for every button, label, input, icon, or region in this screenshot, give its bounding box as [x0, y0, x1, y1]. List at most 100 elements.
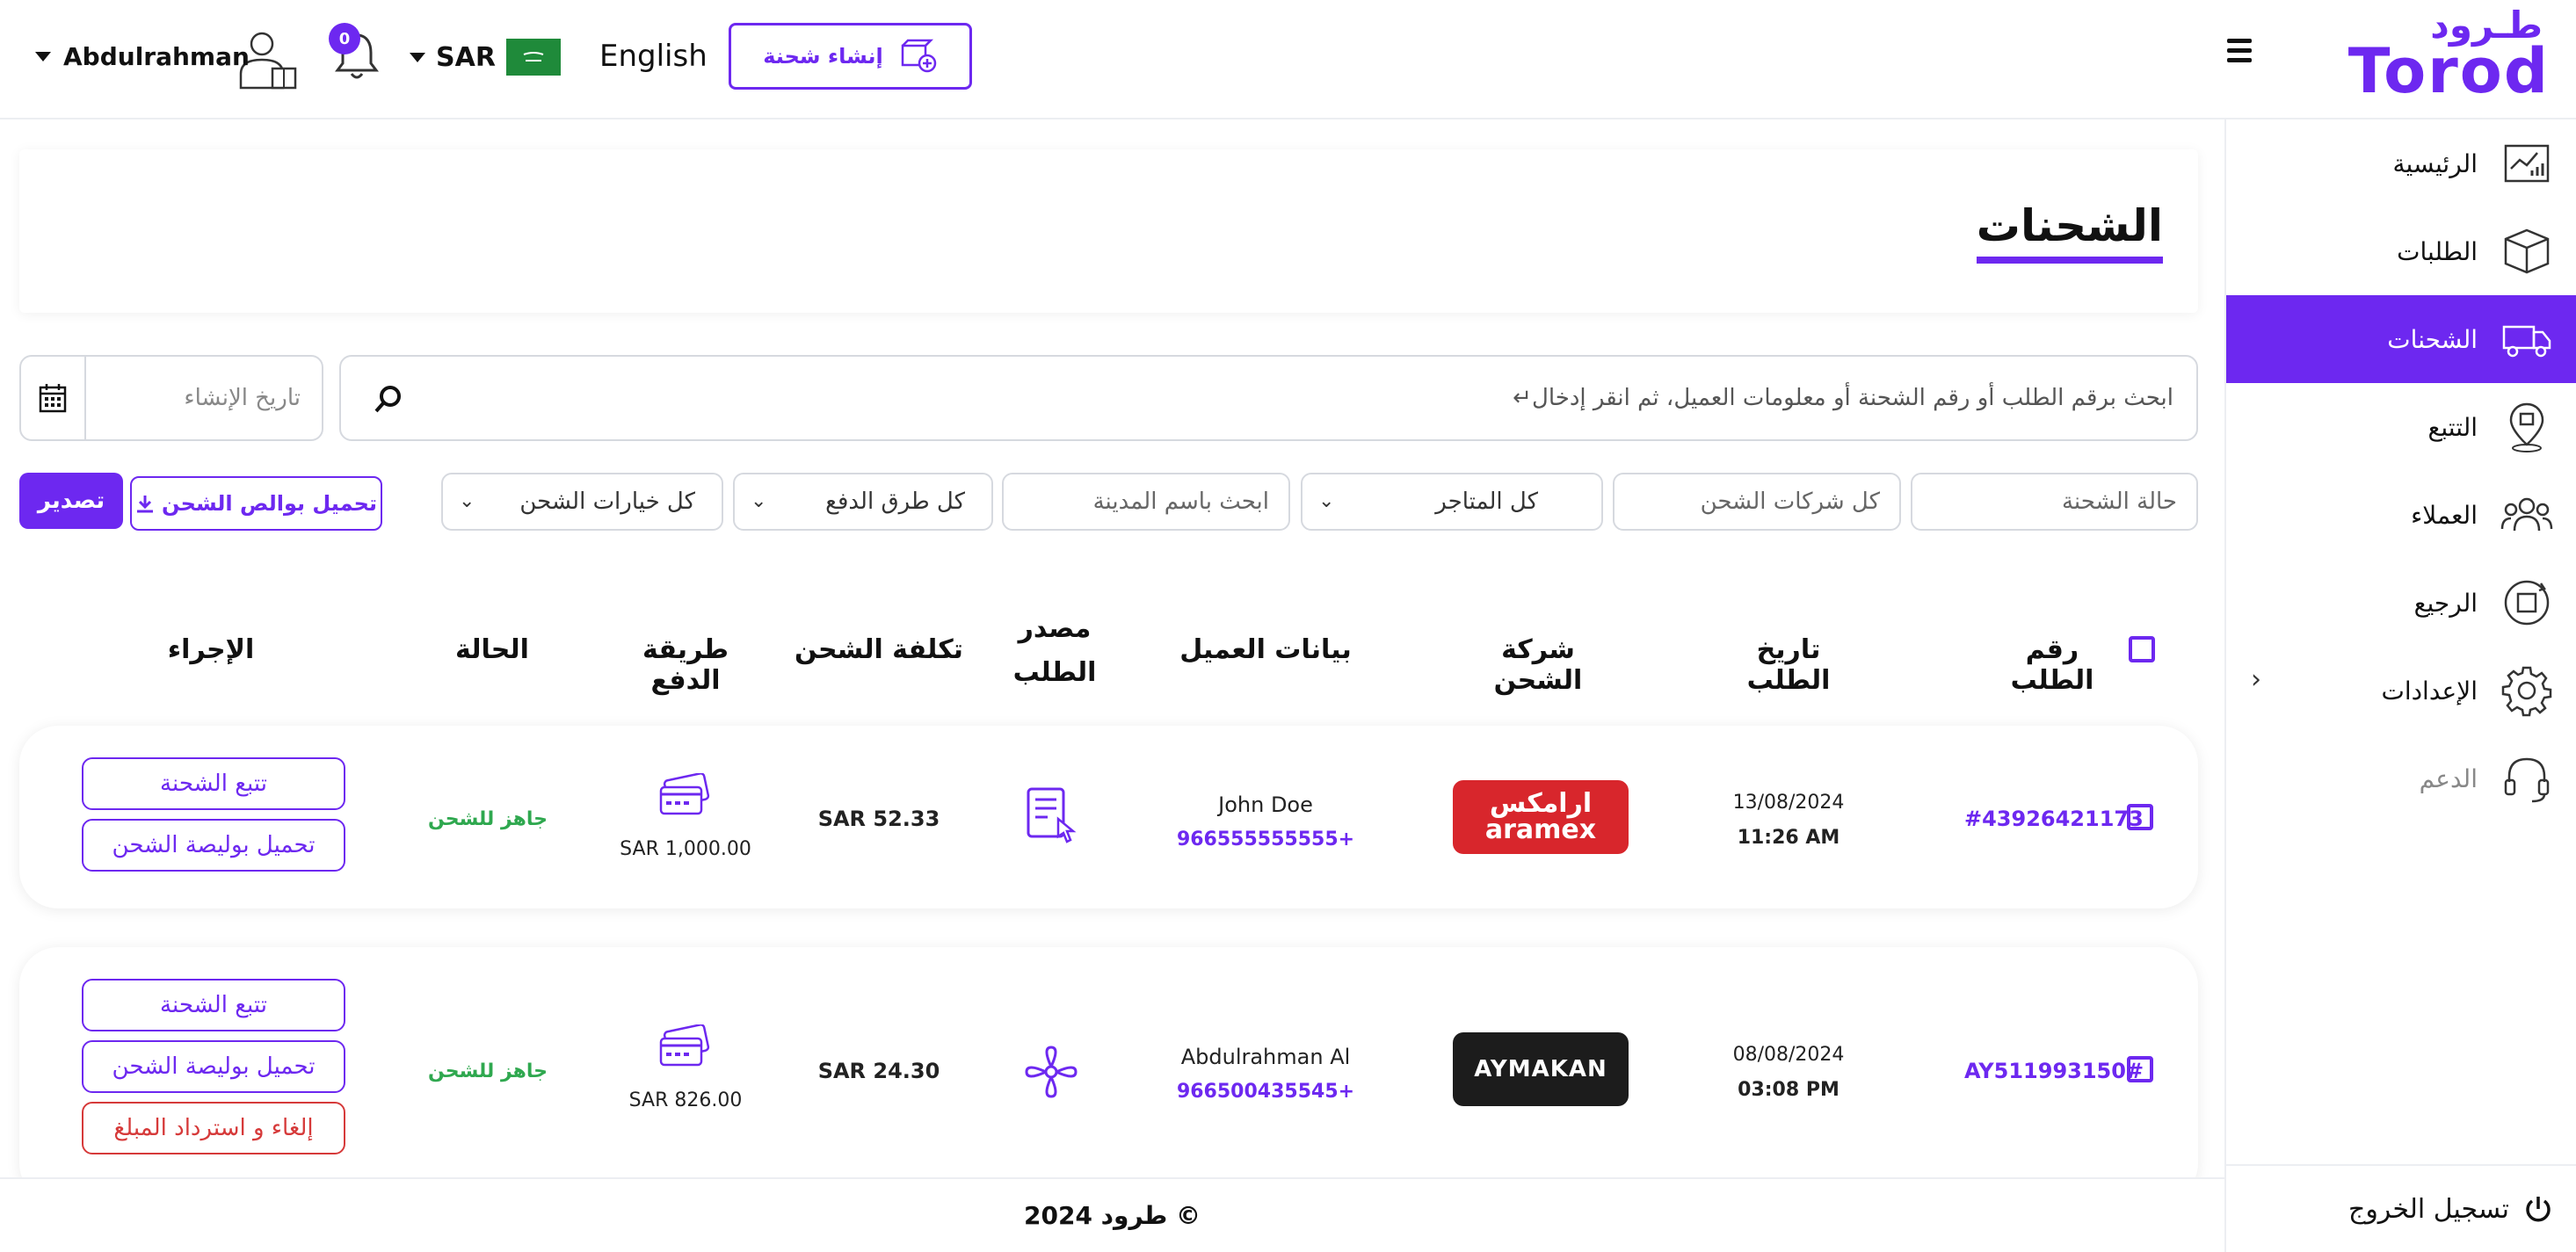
- select-all-checkbox[interactable]: [2129, 636, 2155, 662]
- divider: [84, 357, 86, 439]
- order-date-value: 08/08/2024: [1732, 1044, 1845, 1066]
- sidebar-item-label: الرجيع: [2413, 588, 2478, 618]
- sidebar-item-shipments[interactable]: الشحنات: [2226, 295, 2576, 383]
- currency-code: SAR: [436, 41, 496, 73]
- chevron-down-icon: [35, 52, 51, 62]
- table-row: [19, 726, 2198, 908]
- stores-select[interactable]: كل المتاجر ⌄: [1301, 473, 1603, 531]
- filter-label: كل المتاجر: [1435, 488, 1538, 515]
- aymakan-logo: AYMAKAN: [1453, 1032, 1629, 1106]
- chevron-down-icon: ⌄: [751, 490, 767, 512]
- status-badge: جاهز للشحن: [428, 1060, 548, 1082]
- create-shipment-button[interactable]: إنشاء شحنة: [729, 23, 972, 90]
- column-header-carrier[interactable]: شركة الشحن: [1459, 634, 1617, 696]
- sidebar-item-label: الطلبات: [2397, 236, 2478, 266]
- payment-amount: SAR 1,000.00: [620, 838, 751, 860]
- column-header-order-date[interactable]: تاريخ الطلب: [1714, 634, 1863, 696]
- column-header-payment-method[interactable]: طريقة الدفع: [606, 634, 765, 696]
- chevron-right-icon[interactable]: ›: [2251, 664, 2261, 695]
- track-shipment-button[interactable]: تتبع الشحنة: [82, 979, 345, 1031]
- sidebar-item-label: الشحنات: [2387, 324, 2478, 354]
- filter-label: حالة الشحنة: [2061, 488, 2177, 515]
- customer-phone[interactable]: 966500435545+: [1160, 1075, 1371, 1110]
- hamburger-menu-icon[interactable]: [2227, 39, 2252, 63]
- shipment-status-filter[interactable]: حالة الشحنة: [1911, 473, 2198, 531]
- sidebar-item-label: التتبع: [2427, 412, 2478, 442]
- track-shipment-button[interactable]: تتبع الشحنة: [82, 757, 345, 810]
- aramex-logo: ارامكس aramex: [1453, 780, 1629, 854]
- filter-label: كل طرق الدفع: [825, 488, 965, 515]
- logout-label: تسجيل الخروج: [2347, 1193, 2509, 1225]
- order-number-link[interactable]: #43926421173: [1964, 807, 2144, 831]
- filter-label: كل شركات الشحن: [1700, 488, 1880, 515]
- search-input[interactable]: ابحث برقم الطلب أو رقم الشحنة أو معلومات…: [339, 355, 2198, 441]
- search-placeholder: ابحث برقم الطلب أو رقم الشحنة أو معلومات…: [1513, 385, 2173, 411]
- calendar-icon[interactable]: [39, 383, 67, 413]
- order-time-value: 11:26 AM: [1737, 827, 1840, 849]
- column-header-status[interactable]: الحالة: [439, 634, 545, 665]
- language-switch[interactable]: English: [599, 39, 707, 74]
- payment-amount: SAR 826.00: [628, 1089, 743, 1111]
- sidebar-item-home[interactable]: الرئيسية: [2226, 119, 2576, 207]
- column-header-source-line1[interactable]: مصدر: [1002, 613, 1107, 644]
- dashboard-chart-icon: [2504, 144, 2550, 183]
- box-icon: [2504, 228, 2550, 274]
- column-header-order-no[interactable]: رقم الطلب: [1982, 634, 2122, 696]
- headset-icon: [2504, 757, 2550, 803]
- torod-logo[interactable]: طـرود Torod: [2286, 7, 2550, 109]
- sidebar-item-label: الرئيسية: [2392, 148, 2478, 178]
- order-date: 08/08/2024 03:08 PM: [1709, 1038, 1868, 1108]
- logo-english-text: Torod: [2347, 35, 2550, 107]
- download-waybill-button[interactable]: تحميل بوليصة الشحن: [82, 819, 345, 872]
- carrier-name-ar: ارامكس: [1489, 788, 1593, 819]
- download-icon: [137, 496, 154, 513]
- carrier-name-en: AYMAKAN: [1474, 1056, 1607, 1082]
- location-pin-icon: [2509, 402, 2544, 452]
- search-icon[interactable]: [373, 383, 404, 415]
- sidebar-item-label: الدعم: [2419, 764, 2478, 793]
- document-click-icon: [1027, 787, 1077, 843]
- credit-card-icon: [659, 773, 710, 815]
- page-header-card: الشحنات: [19, 149, 2198, 313]
- currency-selector[interactable]: SAR: [410, 39, 561, 76]
- city-search-input[interactable]: ابحث باسم المدينة: [1002, 473, 1290, 531]
- carriers-filter[interactable]: كل شركات الشحن: [1613, 473, 1901, 531]
- chevron-down-icon: ⌄: [459, 490, 475, 512]
- carrier-name-en: aramex: [1484, 814, 1597, 845]
- sidebar: الرئيسية الطلبات الشحنات التتبع العملاء …: [2224, 119, 2576, 1252]
- customer-info: Abdulrahman Al 966500435545+: [1160, 1039, 1371, 1110]
- sidebar-item-customers[interactable]: العملاء: [2226, 471, 2576, 559]
- shipping-cost: SAR 24.30: [817, 1059, 940, 1083]
- sidebar-item-settings[interactable]: الإعدادات: [2226, 647, 2576, 735]
- payment-method-select[interactable]: كل طرق الدفع ⌄: [733, 473, 993, 531]
- column-header-source-line2[interactable]: الطلب: [1002, 657, 1107, 688]
- truck-icon: [2502, 325, 2551, 358]
- sidebar-item-support[interactable]: الدعم: [2226, 735, 2576, 822]
- creation-date-field[interactable]: تاريخ الإنشاء: [19, 355, 323, 441]
- order-number-link[interactable]: AY511993150#: [1964, 1059, 2144, 1083]
- sidebar-item-tracking[interactable]: التتبع: [2226, 383, 2576, 471]
- sidebar-item-orders[interactable]: الطلبات: [2226, 207, 2576, 295]
- column-header-shipping-cost[interactable]: تكلفة الشحن: [791, 634, 967, 665]
- power-icon: [2526, 1197, 2551, 1222]
- customer-phone[interactable]: 966555555555+: [1160, 822, 1371, 858]
- download-waybill-button[interactable]: تحميل بوليصة الشحن: [82, 1040, 345, 1093]
- chevron-down-icon: [410, 52, 425, 62]
- package-plus-icon: [901, 39, 937, 73]
- cancel-refund-button[interactable]: إلغاء و استرداد المبلغ: [82, 1102, 345, 1154]
- shipping-cost: SAR 52.33: [817, 807, 940, 831]
- export-button[interactable]: تصدير: [19, 473, 123, 529]
- download-waybills-button[interactable]: تحميل بوالص الشحن: [130, 476, 382, 531]
- column-header-customer[interactable]: بيانات العميل: [1178, 634, 1353, 665]
- logout-button[interactable]: تسجيل الخروج: [2226, 1164, 2576, 1252]
- footer: طرود 2024 ©: [0, 1177, 2224, 1252]
- create-shipment-label: إنشاء شحنة: [763, 44, 883, 69]
- customer-name: John Doe: [1218, 792, 1313, 817]
- user-menu[interactable]: Abdulrahman: [35, 42, 250, 71]
- filter-label: ابحث باسم المدينة: [1092, 488, 1269, 515]
- page-title: الشحنات: [1976, 200, 2163, 264]
- customer-name: Abdulrahman Al: [1180, 1045, 1351, 1069]
- customer-info: John Doe 966555555555+: [1160, 787, 1371, 858]
- shipping-options-select[interactable]: كل خيارات الشحن ⌄: [441, 473, 723, 531]
- sidebar-item-returns[interactable]: الرجيع: [2226, 559, 2576, 647]
